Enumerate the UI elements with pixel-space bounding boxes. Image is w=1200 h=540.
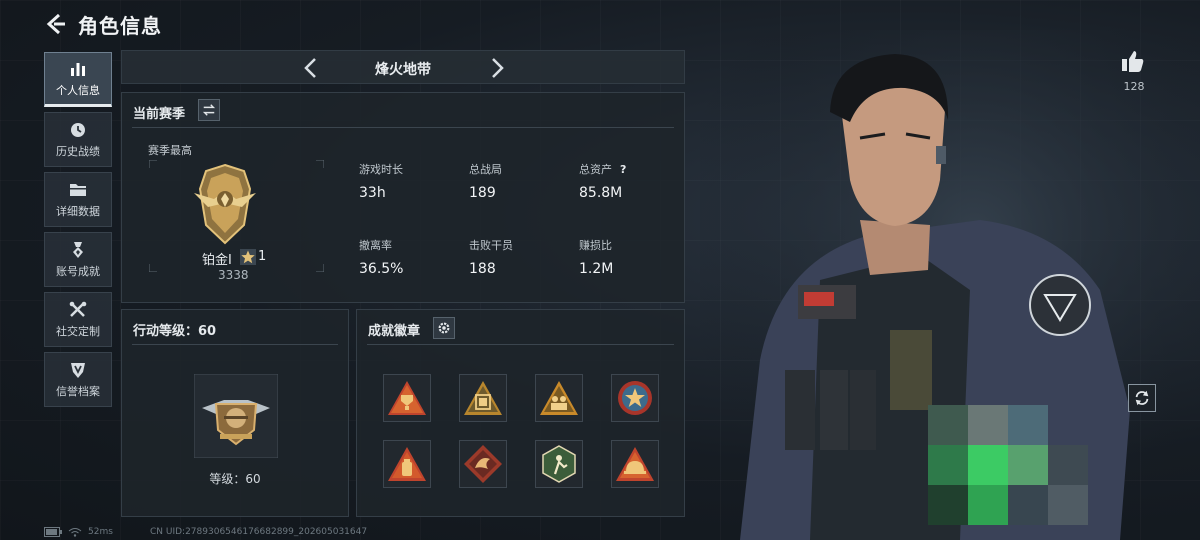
stat-profit-ratio: 赚损比 1.2M [579,237,613,277]
mode-next-button[interactable] [486,56,508,80]
operator-character[interactable] [700,30,1200,540]
stat-label-text: 总资产 [579,163,612,176]
stat-value: 188 [469,261,496,277]
soldiers-badge-icon [540,381,578,415]
stat-label: 击败干员 [469,239,513,252]
helmet-badge-icon [616,447,654,481]
badges-panel: 成就徽章 [356,309,685,517]
stat-label: 总战局 [469,163,502,176]
season-best-label: 赛季最高 [148,144,192,157]
divider [132,127,674,128]
season-panel: 当前赛季 赛季最高 铂金Ⅰ 1 3338 游戏时长 33h 总战局 189 总资… [121,92,685,303]
rotate-icon [1135,390,1149,406]
sidebar-item-reputation[interactable]: 信誉档案 [44,352,112,407]
stat-value: 1.2M [579,261,614,277]
stat-value: 85.8M [579,185,623,201]
medal-icon [73,241,83,258]
achievement-badge[interactable] [611,374,659,422]
back-button[interactable] [44,12,68,36]
badges-settings-button[interactable] [433,317,455,339]
sidebar-item-label: 个人信息 [56,83,100,97]
action-level-panel: 行动等级：60 等级：60 [121,309,349,517]
runner-badge-icon [542,445,576,483]
mode-label: 烽火地带 [375,62,431,78]
action-level-title: 行动等级：60 [133,324,217,339]
stat-kills: 击败干员 188 [469,237,513,277]
sidebar-item-label: 信誉档案 [56,384,100,398]
divider [367,344,674,345]
sidebar-item-detail-data[interactable]: 详细数据 [44,172,112,227]
stat-play-time: 游戏时长 33h [359,161,403,201]
action-level-emblem [194,374,278,458]
page-title: 角色信息 [78,14,162,38]
trophy-badge-icon [388,381,426,415]
gear-icon [438,322,450,334]
stat-extract-rate: 撤离率 36.5% [359,237,403,277]
folder-icon [70,183,86,196]
sidebar-item-personal-info[interactable]: 个人信息 [44,52,112,107]
sidebar-item-social[interactable]: 社交定制 [44,292,112,347]
status-bar: 52ms [44,527,113,537]
achievement-badge[interactable] [459,374,507,422]
dragon-badge-icon [464,445,502,483]
stat-label: 游戏时长 [359,163,403,176]
rotate-view-button[interactable] [1128,384,1156,412]
swap-icon [202,104,216,116]
canister-badge-icon [388,447,426,481]
stamp-badge-icon [464,381,502,415]
shield-icon [71,362,85,378]
wifi-icon [68,528,82,537]
divider [132,344,338,345]
stat-value: 189 [469,185,496,201]
star-icon [240,249,256,265]
help-icon[interactable]: ? [620,163,626,176]
achievement-badge[interactable] [383,440,431,488]
achievement-badge[interactable] [383,374,431,422]
sidebar-item-label: 详细数据 [56,204,100,218]
like-count: 128 [1123,80,1145,93]
level-text: 等级：60 [209,472,261,486]
mode-selector: 烽火地带 [121,50,685,84]
achievement-badge[interactable] [611,440,659,488]
ping-value: 52ms [88,527,113,537]
achievement-badge[interactable] [535,440,583,488]
stat-label: 总资产? [579,161,626,177]
sidebar-item-achievements[interactable]: 账号成就 [44,232,112,287]
thumbs-up-icon [1122,51,1144,72]
chevron-right-icon [492,58,504,78]
sidebar-item-label: 社交定制 [56,324,100,338]
rank-score: 3338 [218,268,249,282]
bar-chart-icon [71,62,85,76]
battery-icon [44,527,62,537]
star-emblem-badge-icon [618,381,652,415]
platinum-rank-medal [194,163,256,245]
badges-title: 成就徽章 [368,324,421,339]
sidebar-item-label: 历史战绩 [56,144,100,158]
season-title: 当前赛季 [133,107,186,122]
stat-label: 撤离率 [359,239,392,252]
stat-label: 赚损比 [579,239,612,252]
rank-level: 1 [258,249,267,264]
like-button[interactable] [1120,48,1146,74]
sidebar-item-label: 账号成就 [56,264,100,278]
rank-name: 铂金Ⅰ [202,253,232,268]
user-uid: CN UID:2789306546176682899_202605031647 [150,527,368,537]
stat-total-assets: 总资产? 85.8M [579,161,626,201]
clock-icon [71,122,85,137]
sidebar-item-history[interactable]: 历史战绩 [44,112,112,167]
achievement-badge[interactable] [535,374,583,422]
stat-value: 33h [359,185,386,201]
season-switch-button[interactable] [198,99,220,121]
tools-icon [69,301,87,317]
sidebar: 个人信息 历史战绩 详细数据 账号成就 社交定制 信誉档案 [44,52,112,412]
back-arrow-icon [46,13,65,35]
stat-total-matches: 总战局 189 [469,161,502,201]
achievement-badge[interactable] [459,440,507,488]
stat-value: 36.5% [359,261,404,277]
